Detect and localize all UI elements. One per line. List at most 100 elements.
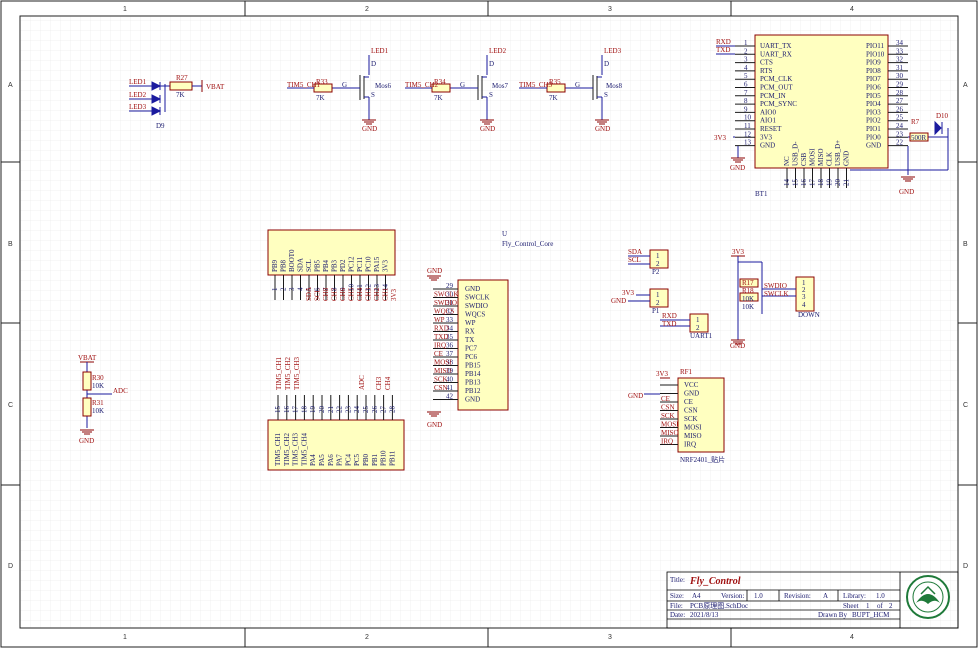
core-right-net: IRQ bbox=[434, 342, 446, 350]
title-value: Fly_Control bbox=[689, 576, 741, 587]
down-ref: DOWN bbox=[798, 311, 820, 319]
down-net-swclk: SWCLK bbox=[764, 290, 789, 298]
bt-pin-num: 2 bbox=[744, 47, 748, 55]
core-right-net: MISO bbox=[434, 367, 452, 375]
rf-net: CSN bbox=[661, 404, 675, 412]
bt-pin-num: 17 bbox=[809, 179, 817, 187]
core-top-net: CH3 bbox=[365, 287, 373, 301]
d10-ref: D10 bbox=[936, 112, 949, 120]
core-pin-num: 26 bbox=[371, 406, 379, 414]
zone-row-b-left: B bbox=[8, 241, 13, 248]
rf-net: MISO bbox=[661, 429, 679, 437]
core-pin-name: PC10 bbox=[365, 256, 373, 272]
core-pin-num: 23 bbox=[344, 406, 352, 414]
bt-pin-name: MOSI bbox=[809, 148, 817, 166]
zone-col-3-bottom: 3 bbox=[608, 634, 612, 641]
core-pin-name: PC4 bbox=[344, 453, 352, 466]
core-pin-num: 36 bbox=[446, 342, 454, 350]
zone-col-1-top: 1 bbox=[123, 6, 127, 13]
bt-pin-name: USB_D+ bbox=[834, 140, 842, 166]
core-right-net: WP bbox=[434, 316, 445, 324]
bt-pin-num: 29 bbox=[896, 81, 904, 89]
core-gnd-bottom: GND bbox=[427, 421, 442, 429]
r34-value: 7K bbox=[434, 94, 443, 102]
bt-pin-name: GND bbox=[866, 142, 881, 150]
down-gnd: GND bbox=[730, 342, 745, 350]
sheet-of: of bbox=[877, 602, 884, 610]
bt-pin-num: 31 bbox=[896, 64, 904, 72]
bt-pin-num: 6 bbox=[744, 81, 748, 89]
core-top-net: CH2 bbox=[373, 287, 381, 301]
bt-pin-name: PIO8 bbox=[866, 67, 881, 75]
r34-ref: R34 bbox=[434, 78, 446, 86]
sheet-total: 2 bbox=[889, 602, 893, 610]
p1-pin-1: 1 bbox=[656, 291, 660, 299]
bt-pin-num: 26 bbox=[896, 105, 904, 113]
bt-pin-name: PIO4 bbox=[866, 100, 881, 108]
zone-row-a-right: A bbox=[963, 82, 968, 89]
mos7-s: S bbox=[489, 91, 493, 99]
rf-pin-name: CE bbox=[684, 398, 693, 406]
version-label: Version: bbox=[721, 592, 744, 600]
resistor-r27 bbox=[169, 81, 193, 91]
down-pin-3: 3 bbox=[802, 293, 806, 301]
p2-pin-1: 1 bbox=[656, 252, 660, 260]
core-pin-name: PA5 bbox=[318, 454, 326, 466]
p1-pin-2: 2 bbox=[656, 299, 660, 307]
core-pin-name: TIM5_CH2 bbox=[283, 432, 291, 466]
uart1-net-rxd: RXD bbox=[662, 312, 677, 320]
core-right-net: SWDIO bbox=[434, 299, 457, 307]
uart1-net-txd: TXD bbox=[662, 320, 676, 328]
bt-pin-name: RTS bbox=[760, 67, 773, 75]
rf1-name: NRF2401_贴片 bbox=[680, 455, 725, 464]
core-pin-name: PC12 bbox=[348, 256, 356, 272]
core-pin-num: 42 bbox=[446, 393, 454, 401]
core-pin-num: 24 bbox=[353, 406, 361, 414]
bt-gnd-right: GND bbox=[899, 188, 914, 196]
bt-pin-num: 13 bbox=[744, 139, 752, 147]
bt-pin-name: RESET bbox=[760, 125, 782, 133]
mos8-gnd: GND bbox=[595, 125, 610, 133]
zone-row-a-left: A bbox=[8, 82, 13, 89]
mos6-gnd: GND bbox=[362, 125, 377, 133]
date-value: 2021/8/13 bbox=[690, 611, 719, 619]
core-right-net: WQCS bbox=[434, 308, 454, 316]
core-pin-num: 16 bbox=[283, 406, 291, 414]
core-pin-num: 1 bbox=[271, 287, 279, 291]
core-pin-num: 22 bbox=[336, 406, 344, 414]
adc-gnd: GND bbox=[79, 437, 94, 445]
bt-pin-num: 5 bbox=[744, 72, 748, 80]
r35-value: 7K bbox=[549, 94, 558, 102]
bt-pin-name: PIO1 bbox=[866, 125, 881, 133]
bt-pin-num: 15 bbox=[792, 179, 800, 187]
r33-value: 7K bbox=[316, 94, 325, 102]
core-pin-num: 25 bbox=[362, 406, 370, 414]
zone-col-1-bottom: 1 bbox=[123, 634, 127, 641]
bt1-ref: BT1 bbox=[755, 190, 768, 198]
bt-pin-num: 28 bbox=[896, 89, 904, 97]
core-pin-name: PC11 bbox=[356, 256, 364, 272]
bt-pin-name: PIO0 bbox=[866, 133, 881, 141]
library-value: 1.0 bbox=[876, 592, 885, 600]
core-pin-num: 17 bbox=[292, 406, 300, 414]
core-pin-name: PB9 bbox=[271, 259, 279, 272]
bt-pin-num: 16 bbox=[800, 179, 808, 187]
core-pin-name: TIM5_CH3 bbox=[292, 432, 300, 466]
bt-pin-num: 32 bbox=[896, 56, 904, 64]
core-pin-name: SWDIO bbox=[465, 302, 488, 310]
core-right-net: SCK bbox=[434, 376, 448, 384]
core-pin-name: PA4 bbox=[309, 454, 317, 466]
rf-pin-name: SCK bbox=[684, 415, 698, 423]
bt-pin-name: UART_RX bbox=[760, 50, 792, 58]
core-right-net: CSN bbox=[434, 384, 448, 392]
r35-ref: R35 bbox=[549, 78, 561, 86]
rf1-ref: RF1 bbox=[680, 368, 693, 376]
mos8-g: G bbox=[575, 81, 580, 89]
uart1-ref: UART1 bbox=[690, 332, 713, 340]
core-pin-num: 2 bbox=[280, 287, 288, 291]
core-pin-name: PB11 bbox=[388, 450, 396, 466]
core-pin-num: 33 bbox=[446, 316, 454, 324]
core-pin-name: PB0 bbox=[362, 453, 370, 466]
bt-pin-num: 20 bbox=[834, 179, 842, 187]
drawn-value: BUPT_HCM bbox=[852, 611, 890, 619]
